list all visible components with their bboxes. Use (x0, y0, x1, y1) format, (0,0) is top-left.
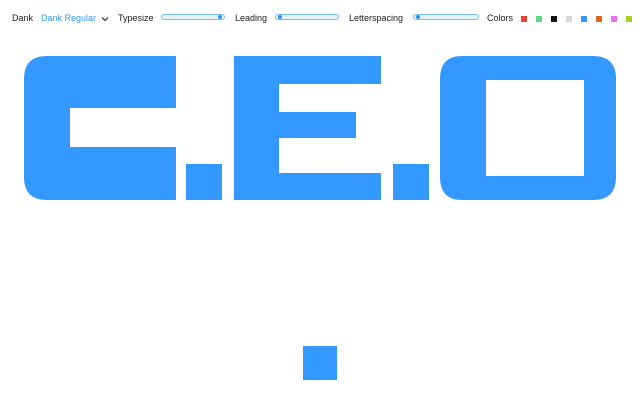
glyph-c (24, 56, 176, 200)
letterspacing-slider[interactable] (413, 14, 479, 20)
glyph-period (393, 164, 429, 200)
chevron-down-icon (101, 16, 109, 21)
color-swatch-lime[interactable] (626, 16, 632, 22)
glyph-period (186, 164, 222, 200)
leading-slider-thumb[interactable] (278, 15, 282, 19)
leading-label: Leading (235, 13, 268, 23)
color-swatch-green[interactable] (536, 16, 542, 22)
glyph-period (303, 346, 337, 380)
color-swatch-blue[interactable] (581, 16, 587, 22)
colors-label: Colors (487, 13, 514, 23)
font-family-name: Dank (12, 13, 34, 23)
color-swatch-light-gray[interactable] (566, 16, 572, 22)
glyph-e (234, 56, 381, 200)
letterspacing-slider-thumb[interactable] (416, 15, 420, 19)
color-swatch-orange[interactable] (596, 16, 602, 22)
type-preview-canvas[interactable]: C.E.O. (0, 38, 640, 400)
color-swatch-red[interactable] (521, 16, 527, 22)
font-style-value: Dank Regular (41, 13, 97, 23)
glyph-o (440, 56, 616, 200)
color-swatch-pink[interactable] (611, 16, 617, 22)
typesize-slider-thumb[interactable] (218, 15, 222, 19)
letterspacing-label: Letterspacing (349, 13, 404, 23)
typesize-slider[interactable] (161, 14, 225, 20)
font-style-dropdown[interactable]: Dank Regular (41, 13, 109, 24)
leading-slider[interactable] (275, 14, 339, 20)
color-swatch-black[interactable] (551, 16, 557, 22)
sample-glyphs (24, 56, 616, 380)
typesize-label: Typesize (118, 13, 154, 23)
toolbar: Dank Dank Regular Typesize Leading Lette… (0, 0, 640, 38)
